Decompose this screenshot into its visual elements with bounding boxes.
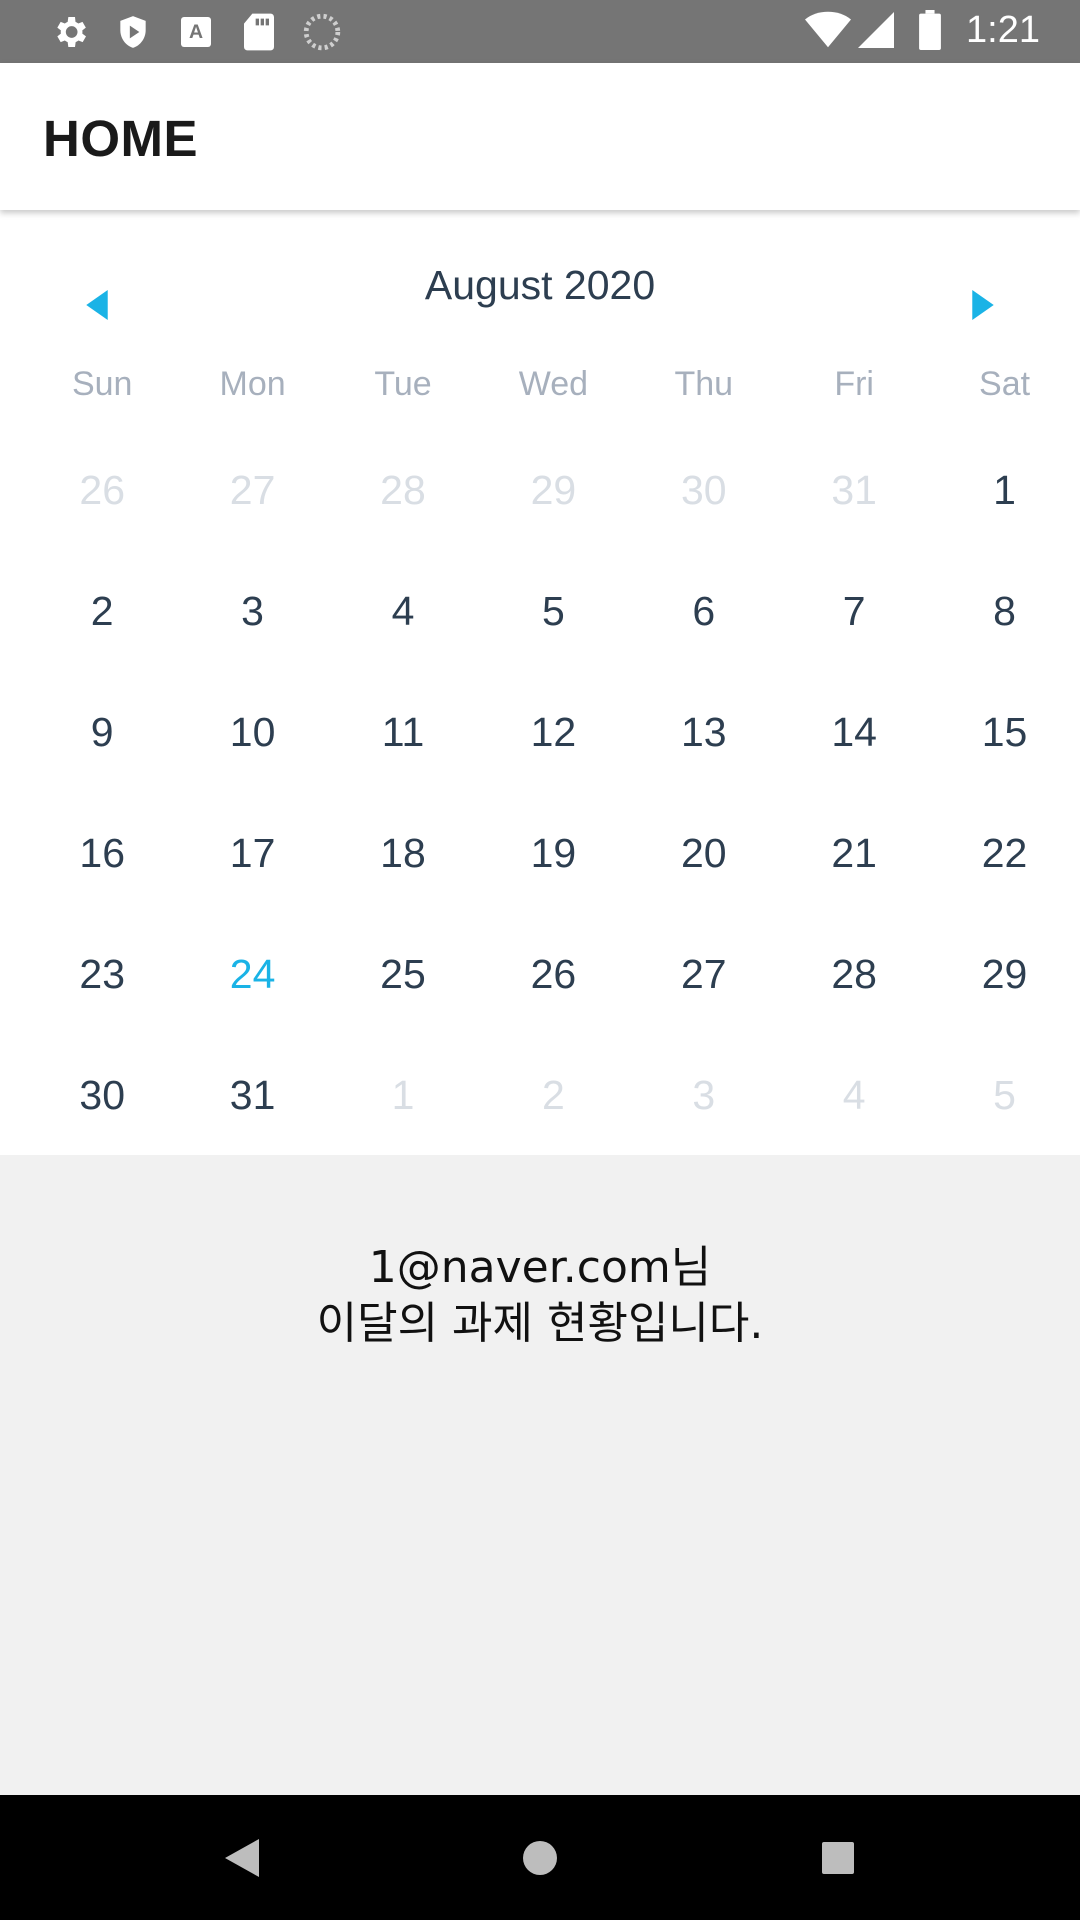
calendar-day[interactable]: 7 <box>779 551 929 672</box>
calendar-day[interactable]: 6 <box>629 551 779 672</box>
calendar-day[interactable]: 18 <box>328 793 478 914</box>
calendar-day[interactable]: 10 <box>177 672 327 793</box>
calendar-day[interactable]: 27 <box>177 430 327 551</box>
weekday-sun: Sun <box>71 365 133 403</box>
calendar-day[interactable]: 28 <box>328 430 478 551</box>
settings-icon <box>48 10 92 54</box>
next-month-button[interactable] <box>938 260 1028 350</box>
status-time: 1:21 <box>966 8 1040 51</box>
calendar-day[interactable]: 4 <box>779 1035 929 1156</box>
sd-card-icon <box>237 10 281 54</box>
calendar-day[interactable]: 23 <box>27 914 177 1035</box>
days-grid: 26 27 28 29 30 31 1 2 3 4 5 6 7 8 9 10 11 12 13 14 15 16 17 18 1… <box>27 430 1080 1156</box>
calendar-day[interactable]: 12 <box>478 672 628 793</box>
chevron-right-icon <box>972 290 994 320</box>
calendar-header: August 2020 <box>0 210 1080 358</box>
app-bar: HOME <box>0 63 1080 210</box>
weekday-tue: Tue <box>374 365 432 403</box>
greeting-message: 1@naver.com님 이달의 과제 현황입니다. <box>0 1240 1080 1352</box>
calendar-day[interactable]: 30 <box>27 1035 177 1156</box>
loading-icon <box>300 10 344 54</box>
shield-icon <box>111 10 155 54</box>
calendar: August 2020 Sun Mon Tue Wed Thu Fri Sat 26 27 28… <box>0 210 1080 1155</box>
month-title: August 2020 <box>424 262 656 308</box>
calendar-day[interactable]: 19 <box>478 793 628 914</box>
calendar-day[interactable]: 21 <box>779 793 929 914</box>
calendar-day[interactable]: 9 <box>27 672 177 793</box>
calendar-day[interactable]: 3 <box>629 1035 779 1156</box>
calendar-day[interactable]: 3 <box>177 551 327 672</box>
calendar-day[interactable]: 31 <box>177 1035 327 1156</box>
calendar-day[interactable]: 5 <box>478 551 628 672</box>
weekday-fri: Fri <box>834 365 874 403</box>
calendar-day[interactable]: 27 <box>629 914 779 1035</box>
svg-text:A: A <box>189 21 203 43</box>
page-title: HOME <box>43 110 198 167</box>
back-icon <box>225 1839 259 1877</box>
calendar-day[interactable]: 15 <box>929 672 1079 793</box>
calendar-day[interactable]: 2 <box>478 1035 628 1156</box>
status-bar: A 1:21 <box>0 0 1080 63</box>
weekday-thu: Thu <box>674 365 734 403</box>
recents-button[interactable] <box>810 1830 866 1886</box>
home-button[interactable] <box>512 1830 568 1886</box>
calendar-day[interactable]: 16 <box>27 793 177 914</box>
calendar-day[interactable]: 17 <box>177 793 327 914</box>
calendar-day[interactable]: 30 <box>629 430 779 551</box>
calendar-day[interactable]: 22 <box>929 793 1079 914</box>
recents-icon <box>822 1842 854 1874</box>
font-a-icon: A <box>174 10 218 54</box>
calendar-day-today[interactable]: 24 <box>177 914 327 1035</box>
back-button[interactable] <box>214 1830 270 1886</box>
calendar-day[interactable]: 1 <box>328 1035 478 1156</box>
calendar-day[interactable]: 5 <box>929 1035 1079 1156</box>
greeting-subtitle: 이달의 과제 현황입니다. <box>316 1298 764 1349</box>
signal-icon <box>856 8 896 52</box>
calendar-day[interactable]: 1 <box>929 430 1079 551</box>
weekday-header-row: Sun Mon Tue Wed Thu Fri Sat <box>27 365 1080 404</box>
content-area: 1@naver.com님 이달의 과제 현황입니다. <box>0 1155 1080 1795</box>
calendar-day[interactable]: 25 <box>328 914 478 1035</box>
home-icon <box>523 1841 557 1875</box>
calendar-day[interactable]: 8 <box>929 551 1079 672</box>
calendar-day[interactable]: 29 <box>929 914 1079 1035</box>
navigation-bar <box>0 1795 1080 1920</box>
calendar-day[interactable]: 13 <box>629 672 779 793</box>
status-right-icons: 1:21 <box>804 8 1040 52</box>
wifi-icon <box>804 8 852 52</box>
calendar-day[interactable]: 26 <box>27 430 177 551</box>
calendar-day[interactable]: 31 <box>779 430 929 551</box>
battery-icon <box>912 8 948 52</box>
calendar-day[interactable]: 20 <box>629 793 779 914</box>
weekday-wed: Wed <box>518 365 589 403</box>
calendar-day[interactable]: 4 <box>328 551 478 672</box>
weekday-sat: Sat <box>979 365 1031 403</box>
weekday-mon: Mon <box>219 365 286 403</box>
calendar-day[interactable]: 14 <box>779 672 929 793</box>
calendar-day[interactable]: 29 <box>478 430 628 551</box>
calendar-day[interactable]: 2 <box>27 551 177 672</box>
status-left-icons: A <box>48 10 363 54</box>
greeting-user: 1@naver.com님 <box>368 1242 712 1293</box>
calendar-day[interactable]: 11 <box>328 672 478 793</box>
calendar-day[interactable]: 28 <box>779 914 929 1035</box>
calendar-day[interactable]: 26 <box>478 914 628 1035</box>
